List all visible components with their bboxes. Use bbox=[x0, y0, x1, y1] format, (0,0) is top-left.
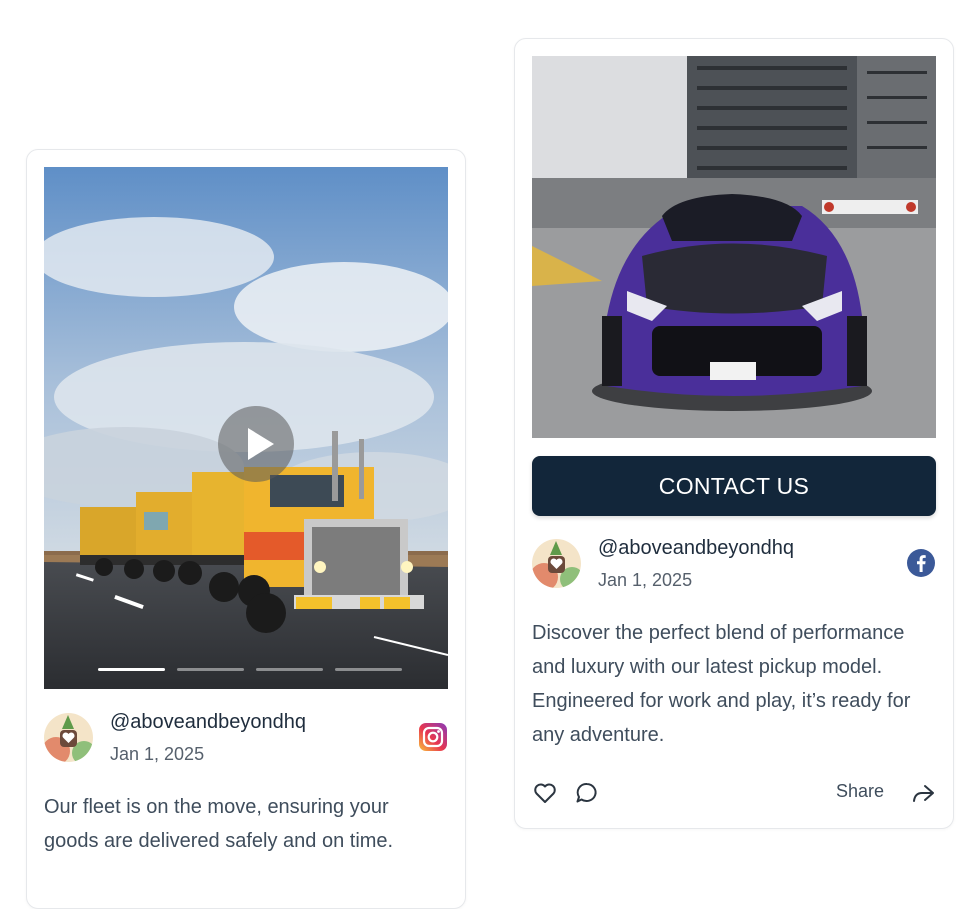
post-actions: Share bbox=[532, 776, 936, 810]
play-icon bbox=[248, 428, 274, 460]
brand-avatar-image bbox=[44, 713, 93, 762]
share-arrow-icon[interactable] bbox=[910, 780, 936, 806]
facebook-icon[interactable] bbox=[906, 548, 936, 578]
sports-car-image bbox=[532, 56, 936, 438]
author-handle[interactable]: @aboveandbeyondhq bbox=[598, 537, 794, 560]
carousel-progress-segment[interactable] bbox=[98, 668, 165, 671]
social-post-card: @aboveandbeyondhq Jan 1, 2025 Our fleet … bbox=[26, 149, 466, 909]
carousel-progress-segment[interactable] bbox=[335, 668, 402, 671]
post-date: Jan 1, 2025 bbox=[598, 570, 693, 590]
carousel-progress-segment[interactable] bbox=[177, 668, 244, 671]
heart-icon[interactable] bbox=[532, 780, 558, 806]
share-label[interactable]: Share bbox=[836, 781, 884, 802]
post-text: Discover the perfect blend of performanc… bbox=[532, 622, 911, 746]
post-text: Our fleet is on the move, ensuring your … bbox=[44, 796, 394, 852]
carousel-progress-segment[interactable] bbox=[256, 668, 323, 671]
play-button[interactable] bbox=[218, 406, 294, 482]
post-image[interactable] bbox=[532, 56, 936, 438]
brand-avatar-image bbox=[532, 539, 581, 588]
post-video[interactable] bbox=[44, 167, 448, 689]
avatar[interactable] bbox=[532, 539, 581, 588]
avatar[interactable] bbox=[44, 713, 93, 762]
post-author: @aboveandbeyondhq Jan 1, 2025 bbox=[532, 537, 936, 593]
post-author: @aboveandbeyondhq Jan 1, 2025 bbox=[44, 711, 448, 767]
contact-us-button[interactable]: CONTACT US bbox=[532, 456, 936, 516]
instagram-icon[interactable] bbox=[418, 722, 448, 752]
post-date: Jan 1, 2025 bbox=[110, 744, 205, 764]
author-handle[interactable]: @aboveandbeyondhq bbox=[110, 711, 306, 734]
comment-icon[interactable] bbox=[574, 780, 600, 806]
social-post-card: CONTACT US @aboveandbeyondhq Jan 1, 2025… bbox=[514, 38, 954, 829]
